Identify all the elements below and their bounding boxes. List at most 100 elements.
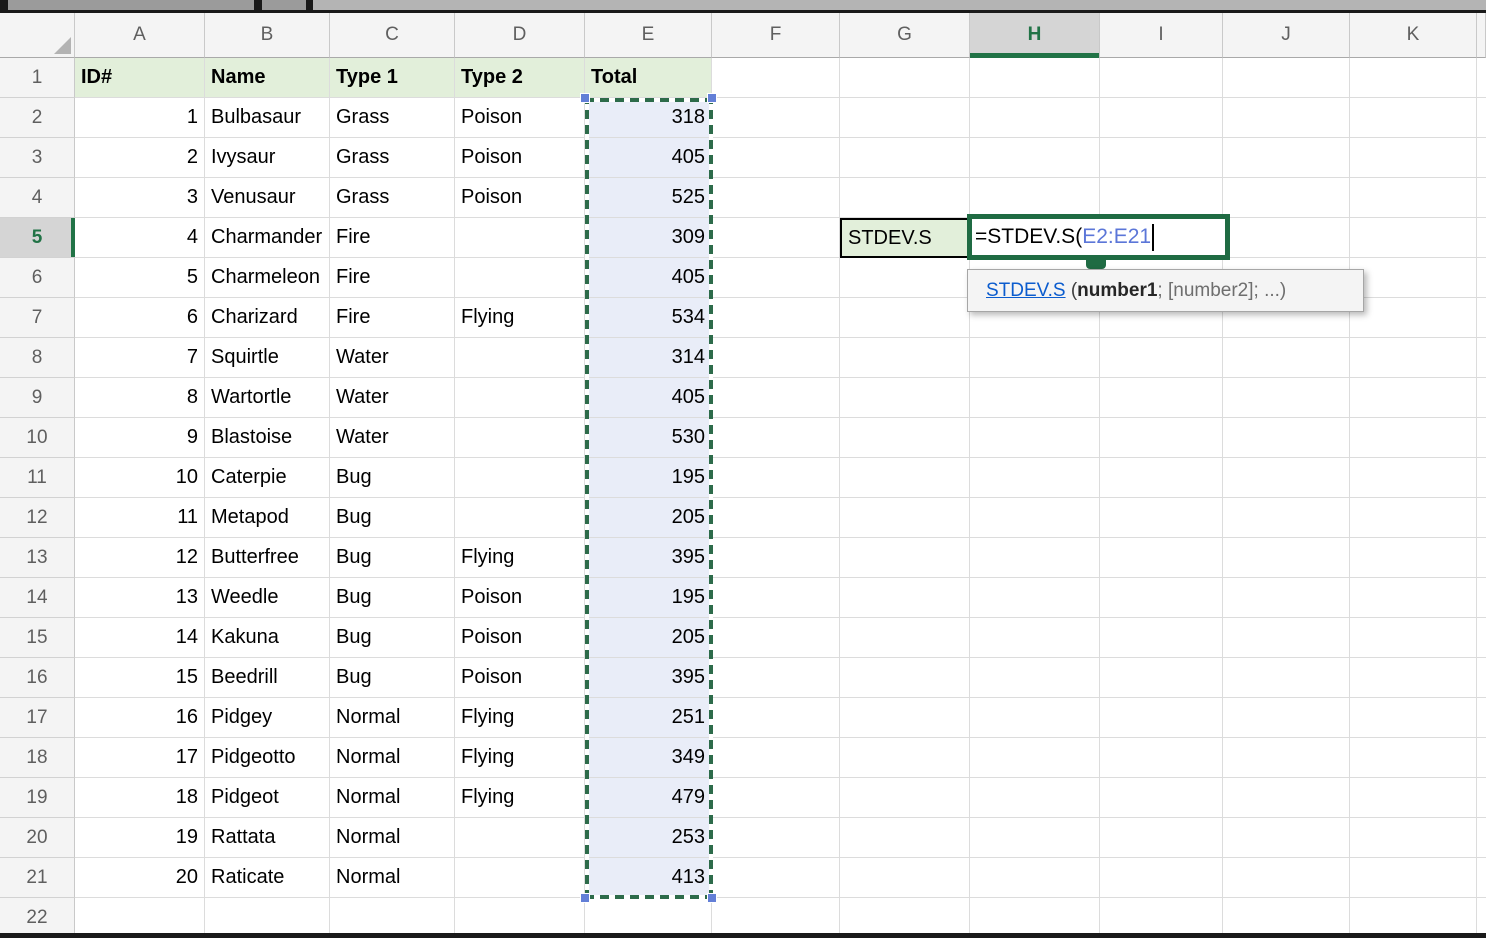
cell-D5[interactable] xyxy=(455,218,585,258)
cell-G19[interactable] xyxy=(840,778,970,818)
cell-B14[interactable]: Weedle xyxy=(205,578,330,618)
cell-K7[interactable] xyxy=(1350,298,1477,338)
cell-E16[interactable]: 395 xyxy=(585,658,712,698)
cell-E4[interactable]: 525 xyxy=(585,178,712,218)
cell-H3[interactable] xyxy=(970,138,1100,178)
cell-G3[interactable] xyxy=(840,138,970,178)
cell-K4[interactable] xyxy=(1350,178,1477,218)
cell-J1[interactable] xyxy=(1223,58,1350,98)
cell-F6[interactable] xyxy=(712,258,840,298)
column-header-G[interactable]: G xyxy=(840,13,970,58)
cell-K16[interactable] xyxy=(1350,658,1477,698)
cell-G7[interactable] xyxy=(840,298,970,338)
selection-handle-bottom-left[interactable] xyxy=(580,893,590,903)
cell-E3[interactable]: 405 xyxy=(585,138,712,178)
row-header-20[interactable]: 20 xyxy=(0,818,75,858)
cell-J13[interactable] xyxy=(1223,538,1350,578)
column-header-A[interactable]: A xyxy=(75,13,205,58)
cell-F3[interactable] xyxy=(712,138,840,178)
cell-G15[interactable] xyxy=(840,618,970,658)
cell-H18[interactable] xyxy=(970,738,1100,778)
cell-J19[interactable] xyxy=(1223,778,1350,818)
cell-J17[interactable] xyxy=(1223,698,1350,738)
cell-J16[interactable] xyxy=(1223,658,1350,698)
cell-C5[interactable]: Fire xyxy=(330,218,455,258)
column-header-K[interactable]: K xyxy=(1350,13,1477,58)
cell-I17[interactable] xyxy=(1100,698,1223,738)
cell-K5[interactable] xyxy=(1350,218,1477,258)
cell-D6[interactable] xyxy=(455,258,585,298)
column-header-J[interactable]: J xyxy=(1223,13,1350,58)
cell-K20[interactable] xyxy=(1350,818,1477,858)
cell-H17[interactable] xyxy=(970,698,1100,738)
cell-K3[interactable] xyxy=(1350,138,1477,178)
cell-H9[interactable] xyxy=(970,378,1100,418)
cell-H12[interactable] xyxy=(970,498,1100,538)
cell-E2[interactable]: 318 xyxy=(585,98,712,138)
cell-G10[interactable] xyxy=(840,418,970,458)
cell-C19[interactable]: Normal xyxy=(330,778,455,818)
cell-D22[interactable] xyxy=(455,898,585,938)
cell-K9[interactable] xyxy=(1350,378,1477,418)
cell-J10[interactable] xyxy=(1223,418,1350,458)
cell-B4[interactable]: Venusaur xyxy=(205,178,330,218)
cell-G21[interactable] xyxy=(840,858,970,898)
cell-A7[interactable]: 6 xyxy=(75,298,205,338)
cell-J12[interactable] xyxy=(1223,498,1350,538)
cell-K12[interactable] xyxy=(1350,498,1477,538)
cell-H21[interactable] xyxy=(970,858,1100,898)
row-header-10[interactable]: 10 xyxy=(0,418,75,458)
row-header-18[interactable]: 18 xyxy=(0,738,75,778)
cell-K21[interactable] xyxy=(1350,858,1477,898)
cell-B6[interactable]: Charmeleon xyxy=(205,258,330,298)
cell-C20[interactable]: Normal xyxy=(330,818,455,858)
column-header-E[interactable]: E xyxy=(585,13,712,58)
cell-C7[interactable]: Fire xyxy=(330,298,455,338)
selection-handle-top-right[interactable] xyxy=(707,93,717,103)
cell-J4[interactable] xyxy=(1223,178,1350,218)
cell-B7[interactable]: Charizard xyxy=(205,298,330,338)
cell-F19[interactable] xyxy=(712,778,840,818)
cell-G22[interactable] xyxy=(840,898,970,938)
row-header-1[interactable]: 1 xyxy=(0,58,75,98)
cell-K8[interactable] xyxy=(1350,338,1477,378)
cell-I14[interactable] xyxy=(1100,578,1223,618)
cell-H4[interactable] xyxy=(970,178,1100,218)
cell-E14[interactable]: 195 xyxy=(585,578,712,618)
cell-J20[interactable] xyxy=(1223,818,1350,858)
cell-E8[interactable]: 314 xyxy=(585,338,712,378)
cell-E11[interactable]: 195 xyxy=(585,458,712,498)
cell-F14[interactable] xyxy=(712,578,840,618)
cell-E13[interactable]: 395 xyxy=(585,538,712,578)
column-header-B[interactable]: B xyxy=(205,13,330,58)
cell-K22[interactable] xyxy=(1350,898,1477,938)
cell-C11[interactable]: Bug xyxy=(330,458,455,498)
cell-C2[interactable]: Grass xyxy=(330,98,455,138)
cell-I12[interactable] xyxy=(1100,498,1223,538)
cell-C8[interactable]: Water xyxy=(330,338,455,378)
cell-K17[interactable] xyxy=(1350,698,1477,738)
cell-F12[interactable] xyxy=(712,498,840,538)
row-header-6[interactable]: 6 xyxy=(0,258,75,298)
column-header-C[interactable]: C xyxy=(330,13,455,58)
select-all-corner[interactable] xyxy=(0,13,75,58)
cell-A4[interactable]: 3 xyxy=(75,178,205,218)
cell-A18[interactable]: 17 xyxy=(75,738,205,778)
cell-J22[interactable] xyxy=(1223,898,1350,938)
cell-C12[interactable]: Bug xyxy=(330,498,455,538)
cell-B17[interactable]: Pidgey xyxy=(205,698,330,738)
cell-A5[interactable]: 4 xyxy=(75,218,205,258)
cell-I21[interactable] xyxy=(1100,858,1223,898)
cell-A3[interactable]: 2 xyxy=(75,138,205,178)
cell-F1[interactable] xyxy=(712,58,840,98)
cell-K15[interactable] xyxy=(1350,618,1477,658)
cell-A16[interactable]: 15 xyxy=(75,658,205,698)
cell-D16[interactable]: Poison xyxy=(455,658,585,698)
row-header-9[interactable]: 9 xyxy=(0,378,75,418)
cell-H22[interactable] xyxy=(970,898,1100,938)
cell-H10[interactable] xyxy=(970,418,1100,458)
cell-E20[interactable]: 253 xyxy=(585,818,712,858)
row-header-11[interactable]: 11 xyxy=(0,458,75,498)
cell-H20[interactable] xyxy=(970,818,1100,858)
cell-F18[interactable] xyxy=(712,738,840,778)
